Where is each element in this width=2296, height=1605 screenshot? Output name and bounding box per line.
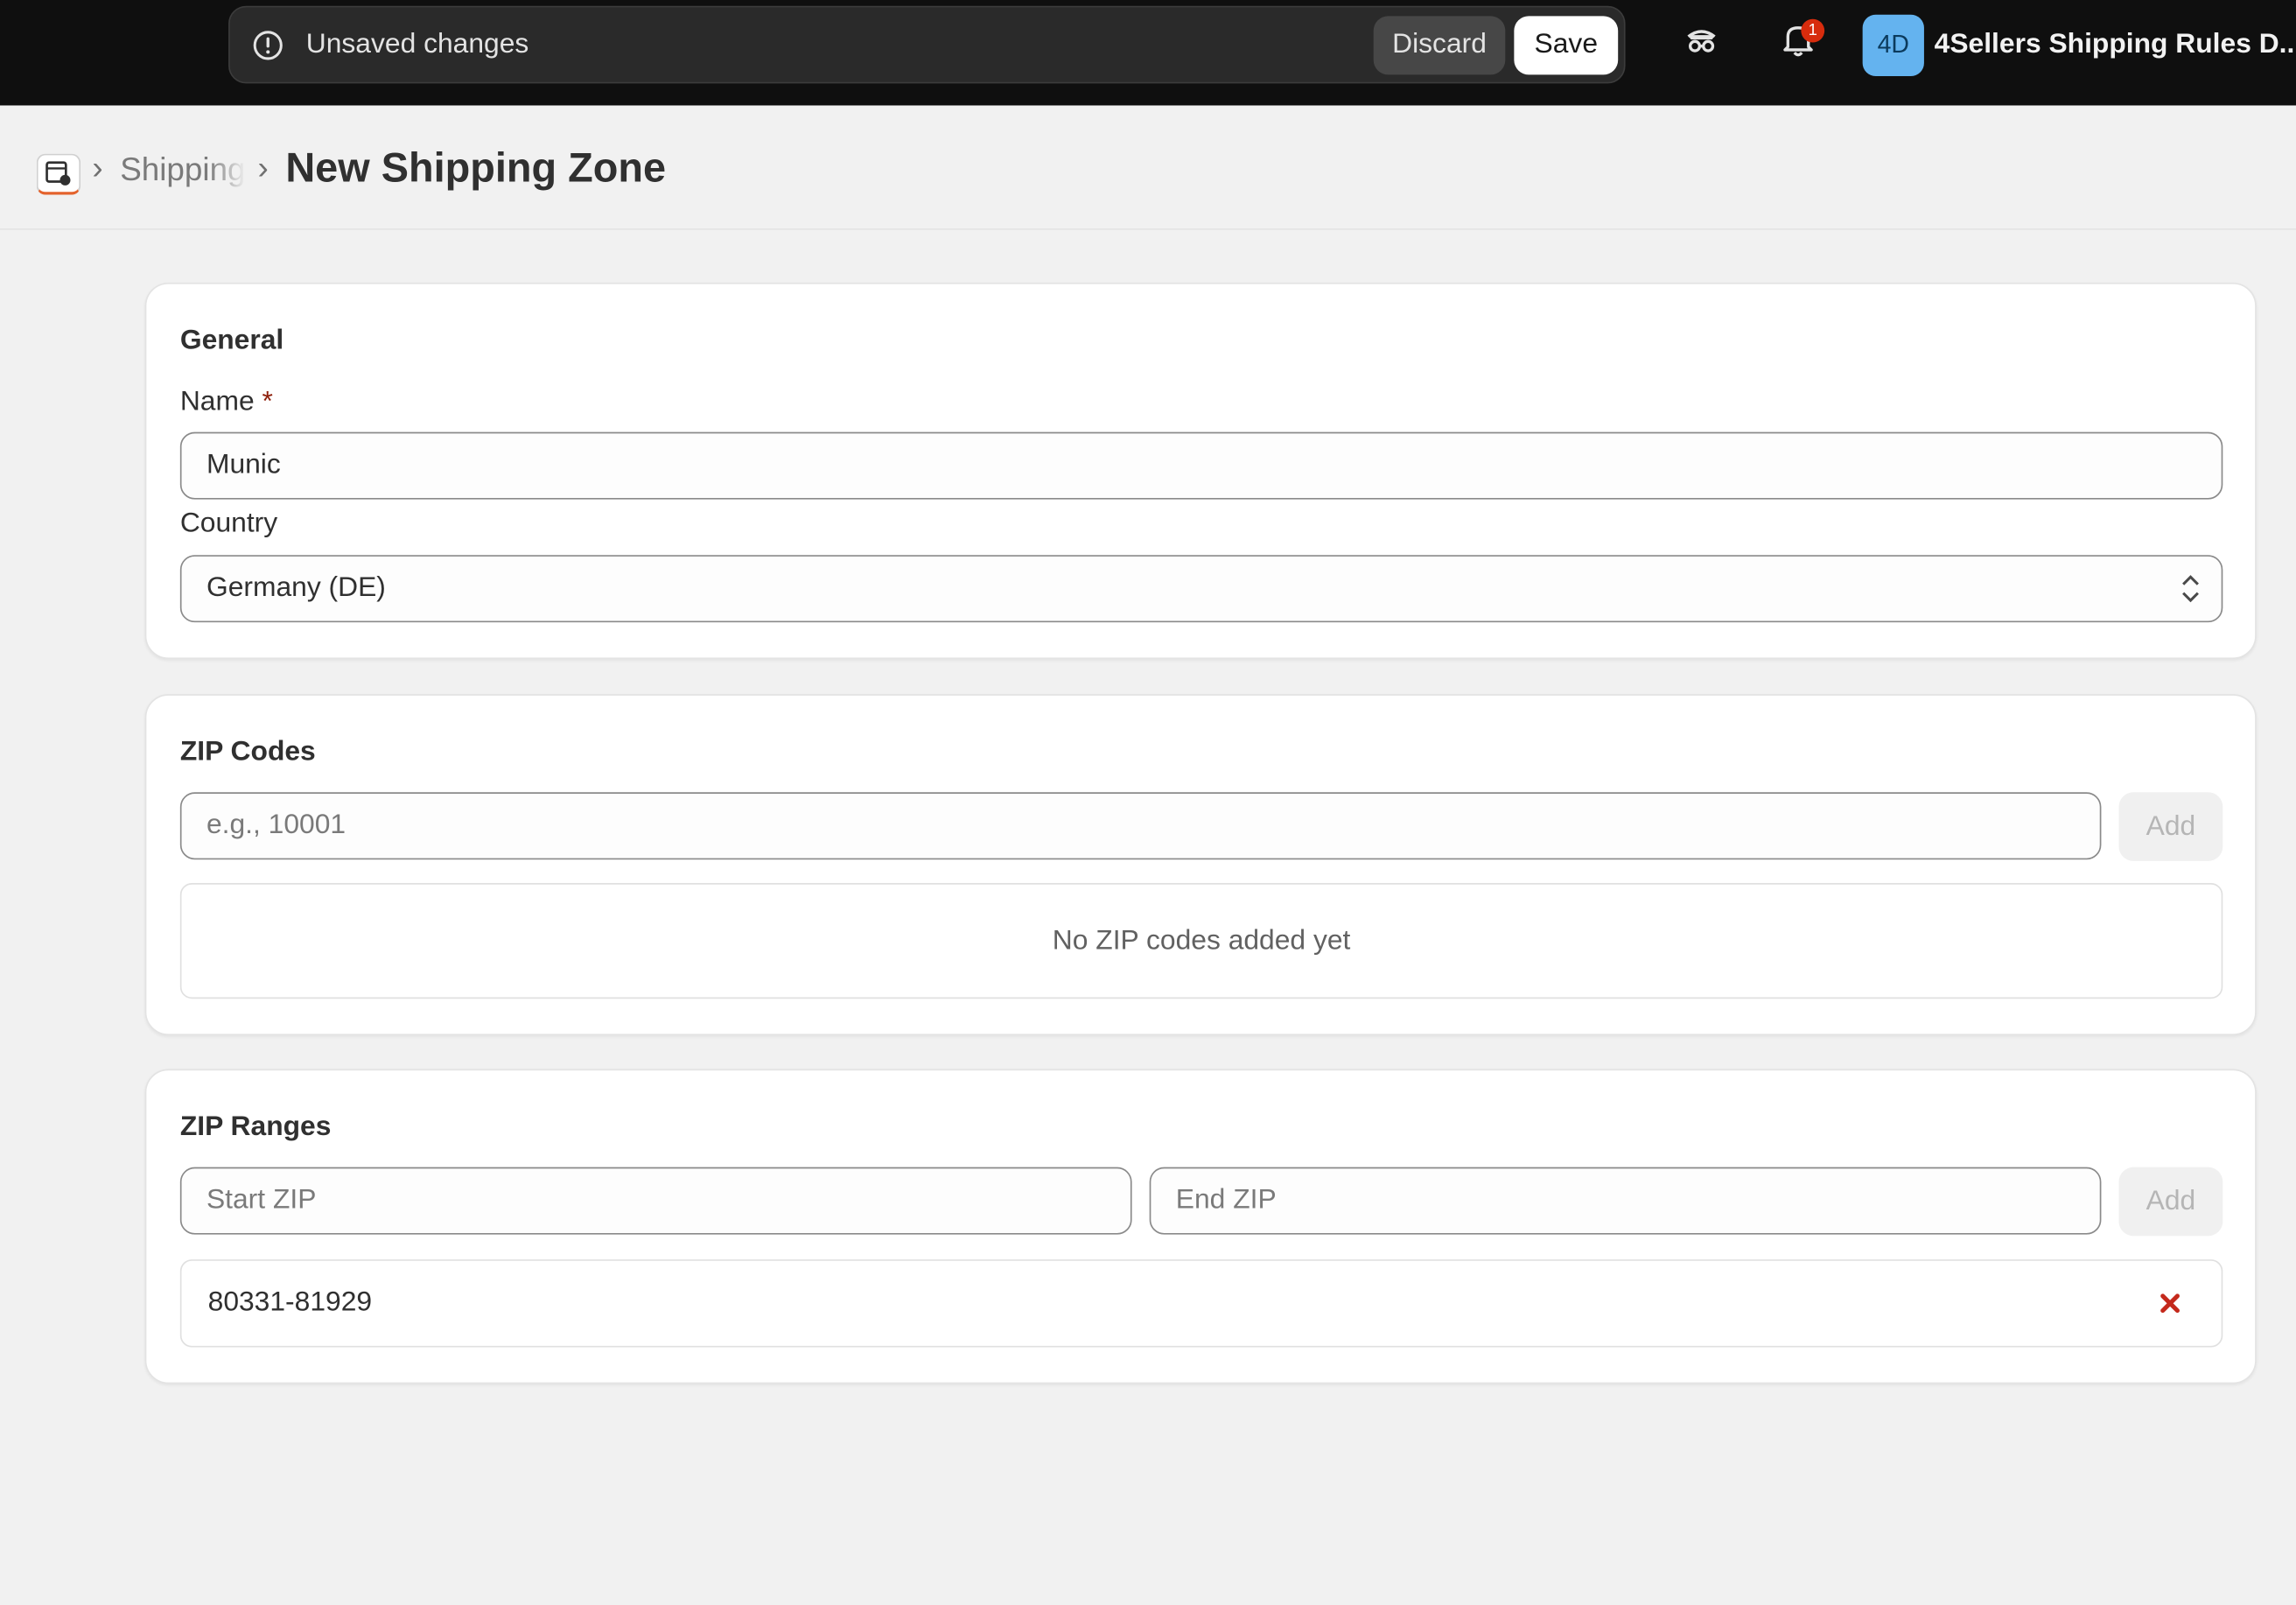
general-card: General Name * Munic Country Germany (DE… [144, 282, 2257, 660]
breadcrumb-shipping-link[interactable]: Shipping [120, 151, 246, 189]
shipping-app-icon [46, 161, 71, 186]
zip-ranges-title: ZIP Ranges [179, 1111, 332, 1143]
store-app-icon[interactable] [36, 153, 81, 195]
zip-code-input[interactable]: e.g., 10001 [179, 792, 2102, 860]
chevron-up-down-icon [2182, 575, 2199, 603]
add-zip-code-button[interactable]: Add [2118, 792, 2223, 861]
name-label-text: Name [179, 386, 255, 417]
page-title: New Shipping Zone [285, 144, 667, 191]
incognito-icon[interactable] [1679, 18, 1723, 61]
store-name[interactable]: 4Sellers Shipping Rules D... [1935, 0, 2296, 91]
general-title: General [179, 325, 284, 356]
zip-codes-card: ZIP Codes e.g., 10001 Add No ZIP codes a… [144, 694, 2257, 1036]
remove-range-x-icon[interactable] [2157, 1290, 2183, 1316]
save-button[interactable]: Save [1514, 16, 1619, 75]
required-marker: * [262, 386, 273, 417]
discard-button[interactable]: Discard [1373, 16, 1506, 75]
country-select[interactable]: Germany (DE) [179, 555, 2223, 623]
zip-range-row: 80331-81929 [179, 1259, 2223, 1348]
country-select-value: Germany (DE) [206, 572, 386, 604]
app-root: Unsaved changes Discard Save 1 4D 4Selle… [0, 0, 2296, 1605]
breadcrumb-separator: › [92, 149, 103, 186]
contextual-save-bar: Unsaved changes Discard Save [228, 5, 1626, 84]
avatar[interactable]: 4D [1862, 14, 1924, 77]
add-zip-range-button[interactable]: Add [2118, 1167, 2223, 1237]
zip-codes-empty-state: No ZIP codes added yet [179, 883, 2223, 999]
start-zip-input[interactable]: Start ZIP [179, 1167, 1132, 1235]
zip-range-value: 80331-81929 [207, 1286, 373, 1319]
alert-circle-icon [253, 31, 283, 60]
top-bar: Unsaved changes Discard Save 1 4D 4Selle… [0, 0, 2296, 106]
zip-codes-title: ZIP Codes [179, 736, 316, 767]
name-input[interactable]: Munic [179, 431, 2223, 500]
title-bar: › Shipping › New Shipping Zone [0, 105, 2296, 230]
breadcrumb-separator: › [257, 149, 269, 186]
unsaved-changes-text: Unsaved changes [305, 29, 529, 60]
end-zip-input[interactable]: End ZIP [1149, 1167, 2102, 1235]
country-label: Country [179, 508, 278, 539]
notification-badge: 1 [1801, 18, 1825, 43]
name-label: Name * [180, 387, 273, 419]
zip-ranges-card: ZIP Ranges Start ZIP End ZIP Add 80331-8… [144, 1069, 2257, 1384]
